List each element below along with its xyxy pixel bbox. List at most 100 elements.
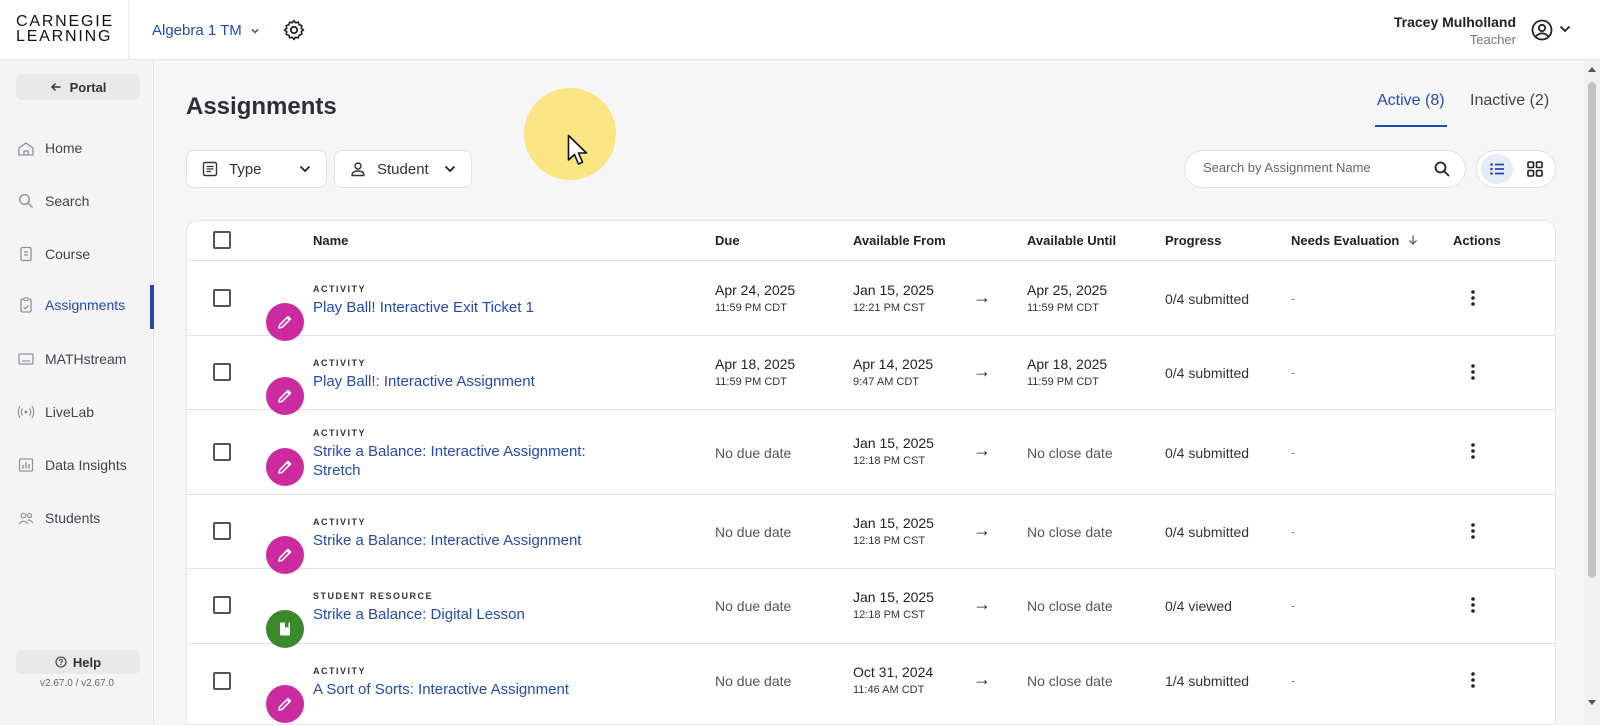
active-tab-indicator: [1375, 125, 1447, 127]
activity-badge: [266, 448, 304, 486]
more-options-icon[interactable]: [1469, 362, 1477, 382]
available-from-cell: Jan 15, 2025 12:18 PM CST: [853, 515, 934, 547]
progress-value: 0/4 submitted: [1165, 365, 1250, 381]
due-date: No due date: [715, 445, 792, 461]
more-options-icon[interactable]: [1469, 595, 1477, 615]
assignment-type: ACTIVITY: [313, 358, 367, 368]
column-header-available-from[interactable]: Available From: [853, 233, 946, 248]
arrow-right-icon: →: [973, 440, 991, 460]
assignment-name-link[interactable]: Strike a Balance: Digital Lesson: [313, 605, 613, 624]
assignment-name-link[interactable]: A Sort of Sorts: Interactive Assignment: [313, 680, 613, 699]
row-checkbox[interactable]: [213, 522, 231, 540]
more-options-icon[interactable]: [1469, 441, 1477, 461]
course-selector[interactable]: Algebra 1 TM: [152, 22, 260, 39]
search-icon[interactable]: [1433, 160, 1451, 178]
row-checkbox[interactable]: [213, 363, 231, 381]
table-row: STUDENT RESOURCE Strike a Balance: Digit…: [187, 569, 1555, 648]
row-checkbox[interactable]: [213, 443, 231, 461]
row-checkbox[interactable]: [213, 672, 231, 690]
more-options-icon[interactable]: [1469, 670, 1477, 690]
more-options-icon[interactable]: [1469, 521, 1477, 541]
assignment-name-link[interactable]: Play Ball!: Interactive Assignment: [313, 372, 613, 391]
account-circle-icon[interactable]: [1530, 18, 1554, 42]
sidebar-item-label: Data Insights: [45, 457, 127, 473]
column-header-available-until[interactable]: Available Until: [1027, 233, 1116, 248]
needs-evaluation-value: -: [1291, 524, 1296, 539]
column-header-needs-evaluation[interactable]: Needs Evaluation: [1291, 233, 1419, 248]
table-row: ACTIVITY A Sort of Sorts: Interactive As…: [187, 644, 1555, 724]
type-filter-label: Type: [229, 160, 262, 178]
scrollbar-thumb[interactable]: [1588, 82, 1596, 578]
sidebar-item-label: MATHstream: [45, 351, 127, 367]
sidebar-item-assignments[interactable]: Assignments: [0, 285, 154, 329]
type-filter[interactable]: Type: [186, 150, 327, 188]
select-all-checkbox[interactable]: [213, 231, 231, 249]
sidebar-item-home[interactable]: Home: [0, 128, 154, 168]
table-row: ACTIVITY Play Ball! Interactive Exit Tic…: [187, 261, 1555, 341]
due-time: 11:59 PM CDT: [715, 302, 787, 314]
gear-icon[interactable]: [282, 18, 306, 42]
available-until-time: 11:59 PM CDT: [1027, 302, 1099, 314]
mouse-pointer-icon: [567, 134, 588, 165]
assignment-type: ACTIVITY: [313, 428, 367, 438]
row-checkbox[interactable]: [213, 289, 231, 307]
sidebar-item-mathstream[interactable]: MATHstream: [0, 339, 154, 379]
column-header-due[interactable]: Due: [715, 233, 740, 248]
progress-value: 0/4 submitted: [1165, 291, 1250, 307]
school-icon: [18, 142, 34, 156]
portal-button[interactable]: Portal: [16, 74, 140, 100]
arrow-right-icon: →: [973, 361, 991, 381]
column-header-progress[interactable]: Progress: [1165, 233, 1221, 248]
help-button[interactable]: ? Help: [16, 650, 140, 674]
more-options-icon[interactable]: [1469, 288, 1477, 308]
column-header-actions: Actions: [1453, 233, 1501, 248]
pencil-icon: [278, 548, 292, 562]
due-time: 11:59 PM CDT: [715, 376, 787, 388]
assignment-name-link[interactable]: Play Ball! Interactive Exit Ticket 1: [313, 298, 613, 317]
assignment-icon: [20, 297, 32, 313]
due-date: No due date: [715, 524, 792, 540]
assignment-type: ACTIVITY: [313, 666, 367, 676]
page-title: Assignments: [186, 93, 337, 120]
search-icon: [18, 193, 33, 208]
grid-view-button[interactable]: [1519, 154, 1551, 184]
chevron-down-icon: [251, 28, 259, 34]
arrow-right-icon: →: [973, 594, 991, 614]
tab-inactive[interactable]: Inactive (2): [1470, 92, 1549, 110]
assignment-name-link[interactable]: Strike a Balance: Interactive Assignment: [313, 531, 613, 550]
chevron-down-icon[interactable]: [1558, 22, 1572, 36]
progress-value: 0/4 submitted: [1165, 524, 1250, 540]
help-circle-icon: ?: [55, 656, 67, 668]
available-from-time: 12:18 PM CST: [853, 609, 926, 621]
page-scrollbar[interactable]: [1584, 60, 1600, 725]
tab-active[interactable]: Active (8): [1377, 92, 1445, 110]
sidebar-item-label: Assignments: [45, 297, 126, 313]
progress-value: 0/4 viewed: [1165, 598, 1232, 614]
sidebar-item-search[interactable]: Search: [0, 181, 154, 221]
search-input[interactable]: [1203, 160, 1423, 175]
logo-line-2: LEARNING: [16, 28, 113, 45]
due-date: No due date: [715, 598, 792, 614]
scroll-down-icon[interactable]: [1587, 699, 1597, 707]
carnegie-learning-logo[interactable]: CARNEGIE LEARNING: [16, 14, 116, 45]
available-until-date: Apr 18, 2025: [1027, 356, 1108, 372]
row-checkbox[interactable]: [213, 596, 231, 614]
sidebar-item-livelab[interactable]: LiveLab: [0, 392, 154, 432]
scroll-up-icon[interactable]: [1587, 65, 1597, 73]
needs-evaluation-value: -: [1291, 365, 1296, 380]
table-row: ACTIVITY Strike a Balance: Interactive A…: [187, 495, 1555, 574]
sidebar-item-students[interactable]: Students: [0, 498, 154, 538]
student-filter-label: Student: [377, 160, 429, 178]
sidebar: Portal Home Search Course Assignments MA…: [0, 60, 154, 725]
student-filter[interactable]: Student: [334, 150, 472, 188]
assignment-type: STUDENT RESOURCE: [313, 591, 434, 601]
progress-value: 1/4 submitted: [1165, 673, 1250, 689]
chevron-down-icon: [444, 165, 456, 173]
column-header-name[interactable]: Name: [313, 233, 348, 248]
sidebar-item-data-insights[interactable]: Data Insights: [0, 445, 154, 485]
sidebar-item-course[interactable]: Course: [0, 234, 154, 274]
available-until-date: No close date: [1027, 673, 1113, 689]
list-view-button[interactable]: [1481, 154, 1513, 184]
assignment-name-link[interactable]: Strike a Balance: Interactive Assignment…: [313, 442, 613, 480]
sidebar-item-label: Students: [45, 510, 101, 526]
